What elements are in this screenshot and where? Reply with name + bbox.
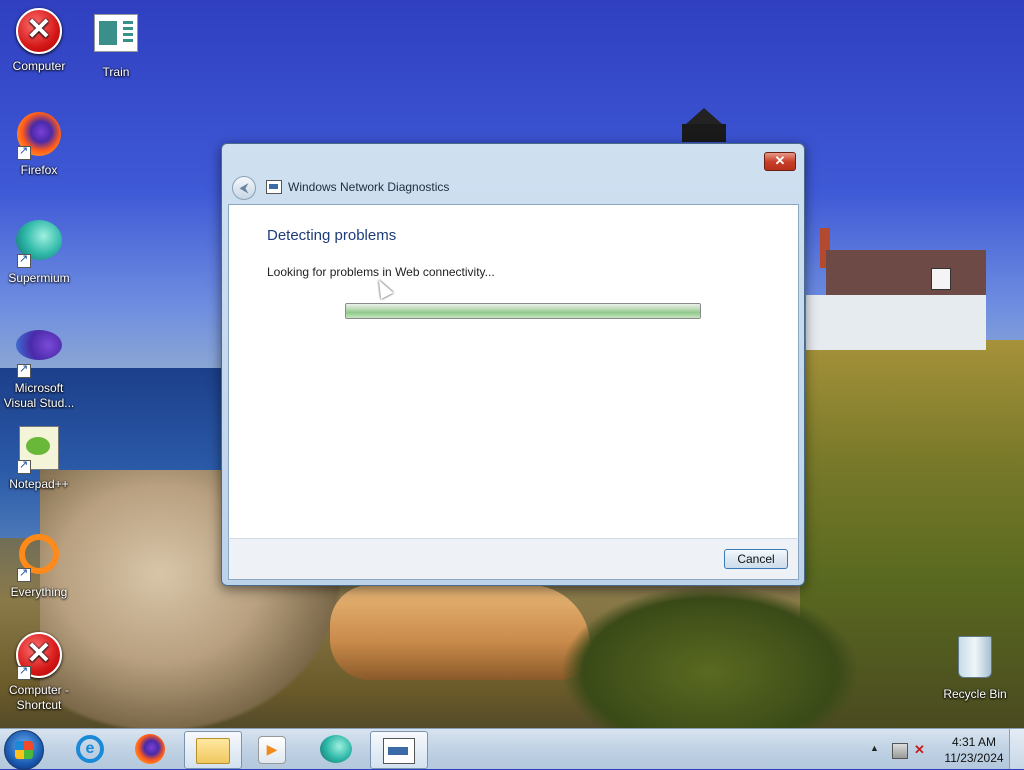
desktop-icon-computer-shortcut[interactable]: ✕ Computer - Shortcut bbox=[1, 632, 77, 713]
supermium-icon bbox=[320, 735, 352, 763]
media-player-icon: ▶ bbox=[258, 736, 286, 764]
desktop-icon-everything[interactable]: Everything bbox=[1, 528, 77, 600]
close-button[interactable]: ✕ bbox=[764, 152, 796, 171]
dialog-footer: Cancel bbox=[228, 538, 799, 580]
taskbar-item-firefox[interactable] bbox=[122, 731, 178, 767]
desktop-icon-firefox[interactable]: Firefox bbox=[1, 112, 77, 178]
clock-time: 4:31 AM bbox=[951, 735, 997, 749]
network-diagnostics-icon bbox=[266, 180, 282, 194]
wallpaper-house bbox=[806, 250, 986, 350]
desktop-icon-label: Train bbox=[102, 65, 130, 79]
taskbar-item-supermium[interactable] bbox=[308, 731, 364, 767]
taskbar-item-media-player[interactable]: ▶ bbox=[244, 731, 300, 767]
show-hidden-icons-arrow-icon[interactable]: ▲ bbox=[870, 743, 879, 753]
shortcut-arrow-icon bbox=[17, 664, 31, 680]
error-x-icon: ✕ bbox=[16, 8, 62, 54]
recycle-bin-icon bbox=[958, 636, 992, 678]
dialog-content: Detecting problems Looking for problems … bbox=[228, 204, 799, 539]
system-tray: ▲ ✕ 4:31 AM 11/23/2024 bbox=[862, 729, 1024, 769]
firefox-icon bbox=[135, 734, 165, 764]
desktop-icon-train[interactable]: Train bbox=[78, 8, 154, 80]
taskbar: e ▶ ▲ ✕ 4:31 AM 11/23/2024 bbox=[0, 728, 1024, 770]
status-text: Looking for problems in Web connectivity… bbox=[267, 265, 495, 279]
wallpaper-lighthouse bbox=[678, 104, 730, 144]
network-diagnostics-icon bbox=[383, 738, 415, 764]
wallpaper-bushes bbox=[560, 585, 860, 730]
shortcut-arrow-icon bbox=[17, 144, 31, 160]
dialog-heading: Detecting problems bbox=[267, 227, 397, 244]
desktop-icon-label: Computer - Shortcut bbox=[8, 683, 70, 712]
desktop-icon-notepad-plus-plus[interactable]: Notepad++ bbox=[1, 424, 77, 492]
desktop-icon-visual-studio[interactable]: Microsoft Visual Stud... bbox=[1, 320, 77, 411]
desktop-icon-supermium[interactable]: Supermium bbox=[1, 216, 77, 286]
network-diagnostics-dialog: ✕ ⮜ Windows Network Diagnostics Detectin… bbox=[221, 143, 805, 586]
network-status-icon[interactable] bbox=[892, 743, 908, 759]
clock-date: 11/23/2024 bbox=[944, 751, 1004, 765]
wallpaper-boulder bbox=[330, 585, 590, 680]
taskbar-item-network-diagnostics[interactable] bbox=[370, 731, 428, 769]
desktop-icon-label: Firefox bbox=[20, 163, 58, 177]
folder-icon bbox=[196, 738, 230, 764]
desktop-icon-label: Computer bbox=[12, 59, 66, 73]
progress-fill bbox=[346, 304, 700, 318]
clock[interactable]: 4:31 AM 11/23/2024 bbox=[940, 734, 1008, 766]
start-button[interactable] bbox=[4, 730, 44, 770]
back-arrow-icon[interactable]: ⮜ bbox=[232, 176, 256, 200]
desktop-icon-label: Everything bbox=[10, 585, 68, 599]
cancel-button[interactable]: Cancel bbox=[724, 549, 788, 569]
dialog-title: Windows Network Diagnostics bbox=[288, 180, 450, 194]
taskbar-item-windows-explorer[interactable] bbox=[184, 731, 242, 769]
visual-studio-icon bbox=[16, 330, 62, 360]
presentation-icon bbox=[94, 14, 138, 52]
shortcut-arrow-icon bbox=[17, 362, 31, 378]
shortcut-arrow-icon bbox=[17, 566, 31, 582]
shortcut-arrow-icon bbox=[17, 252, 31, 268]
shortcut-arrow-icon bbox=[17, 458, 31, 474]
desktop-icon-recycle-bin[interactable]: Recycle Bin bbox=[937, 632, 1013, 702]
desktop-icon-label: Microsoft Visual Stud... bbox=[3, 381, 75, 410]
desktop-icon-label: Recycle Bin bbox=[943, 687, 1007, 701]
volume-muted-icon[interactable]: ✕ bbox=[914, 742, 925, 758]
dialog-title-row: ⮜ Windows Network Diagnostics bbox=[230, 175, 790, 200]
desktop-icon-computer[interactable]: ✕ Computer bbox=[1, 8, 77, 74]
taskbar-item-internet-explorer[interactable]: e bbox=[62, 731, 118, 767]
desktop-icon-label: Notepad++ bbox=[9, 477, 69, 491]
progress-bar bbox=[345, 303, 701, 319]
desktop-icon-label: Supermium bbox=[8, 271, 70, 285]
internet-explorer-icon: e bbox=[76, 735, 104, 763]
show-desktop-button[interactable] bbox=[1009, 729, 1024, 769]
